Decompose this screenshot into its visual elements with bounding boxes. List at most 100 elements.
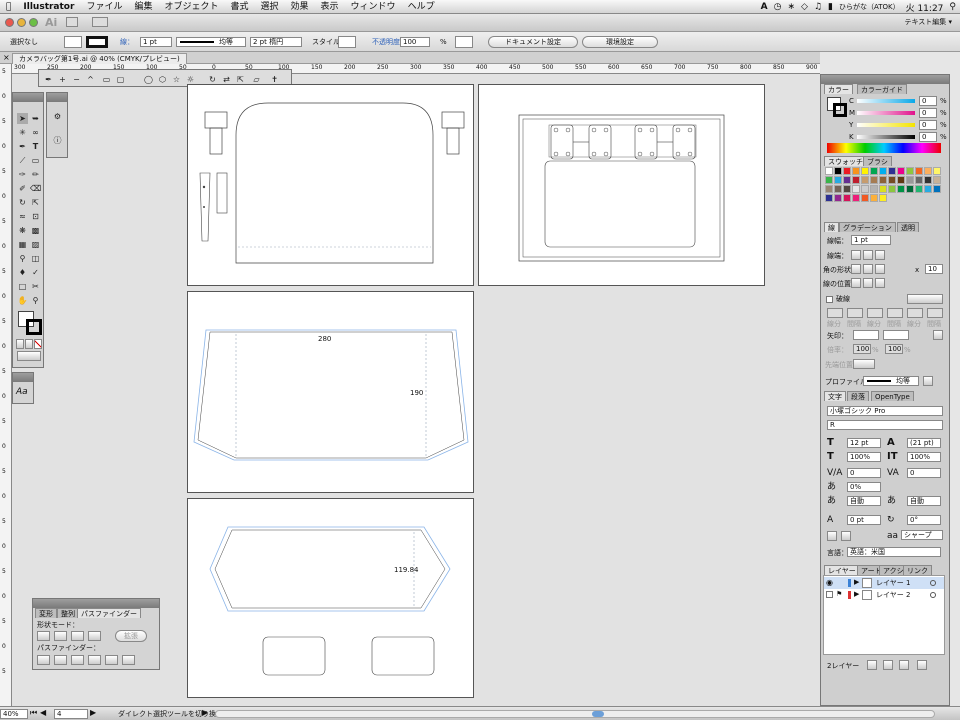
trim-button[interactable]: [54, 655, 67, 665]
gap-3-field[interactable]: [927, 308, 943, 318]
menu-window[interactable]: ウィンドウ: [345, 0, 402, 14]
paintbrush-tool-icon[interactable]: ✑: [17, 169, 28, 180]
scroll-thumb[interactable]: [592, 711, 604, 717]
swatch-grid[interactable]: [825, 167, 941, 211]
tab-paragraph[interactable]: 段落: [847, 391, 869, 401]
color-swatch[interactable]: [861, 176, 869, 184]
square-cap-button[interactable]: [875, 250, 885, 260]
visibility-eye-icon[interactable]: ◉: [826, 578, 833, 587]
color-swatch[interactable]: [861, 185, 869, 193]
app-menu[interactable]: Illustrator: [17, 0, 80, 14]
character-styles-icon[interactable]: Aa: [16, 387, 28, 397]
channel-c-slider[interactable]: [857, 99, 915, 103]
lasso-tool-icon[interactable]: ∞: [30, 127, 41, 138]
color-swatch[interactable]: [852, 167, 860, 175]
column-graph-tool-icon[interactable]: ▩: [30, 225, 41, 236]
character-styles-titlebar[interactable]: [13, 373, 33, 382]
color-swatch[interactable]: [852, 194, 860, 202]
close-window-button[interactable]: [5, 18, 14, 27]
minus-back-button[interactable]: [122, 655, 135, 665]
rounded-rect-icon[interactable]: ▢: [115, 74, 126, 85]
expand-layer-icon[interactable]: ▶: [854, 590, 859, 598]
tab-links[interactable]: リンク: [903, 565, 932, 575]
align-outside-button[interactable]: [875, 278, 885, 288]
new-sublayer-button[interactable]: [883, 660, 893, 670]
input-mode[interactable]: ひらがな（ATOK）: [839, 2, 900, 12]
intersect-button[interactable]: [71, 631, 84, 641]
stroke-weight-input[interactable]: 1 pt: [851, 235, 891, 245]
channel-c-value[interactable]: 0: [919, 96, 937, 106]
miter-limit-input[interactable]: 10: [925, 264, 943, 274]
color-swatch[interactable]: [897, 185, 905, 193]
bridge-icon[interactable]: [66, 17, 78, 27]
tab-brushes[interactable]: ブラシ: [863, 156, 892, 166]
artboard-3[interactable]: 280 190: [187, 291, 474, 493]
color-swatch[interactable]: [933, 185, 941, 193]
zoom-tool-icon[interactable]: ⚲: [30, 295, 41, 306]
arrow-tip-button[interactable]: [853, 359, 875, 369]
leading-field[interactable]: (21 pt): [907, 438, 941, 448]
apple-menu-icon[interactable]: : [0, 0, 17, 14]
tab-color[interactable]: カラー: [824, 84, 853, 94]
brush-select[interactable]: 2 pt 楕円: [250, 37, 302, 47]
crop-button[interactable]: [88, 655, 101, 665]
color-swatch[interactable]: [915, 185, 923, 193]
color-swatch[interactable]: [870, 167, 878, 175]
strikethrough-button[interactable]: [841, 531, 851, 541]
pathfinder-titlebar[interactable]: [33, 599, 159, 608]
stroke-profile-select[interactable]: 均等: [176, 37, 246, 47]
color-swatch[interactable]: [924, 185, 932, 193]
end-arrow-select[interactable]: [883, 330, 909, 340]
document-setup-button[interactable]: ドキュメント設定: [488, 36, 578, 48]
channel-y-value[interactable]: 0: [919, 120, 937, 130]
color-swatch[interactable]: [852, 185, 860, 193]
channel-k-slider[interactable]: [857, 135, 915, 139]
selection-tool-icon[interactable]: ➤: [17, 113, 28, 124]
line-tool-icon[interactable]: ⟋: [17, 155, 28, 166]
preferences-button[interactable]: 環境設定: [582, 36, 658, 48]
align-inside-button[interactable]: [863, 278, 873, 288]
color-swatch[interactable]: [852, 176, 860, 184]
make-clipping-mask-button[interactable]: [867, 660, 877, 670]
channel-y-slider[interactable]: [857, 123, 915, 127]
mesh-tool-icon[interactable]: ▦: [17, 239, 28, 250]
round-cap-button[interactable]: [863, 250, 873, 260]
blend-tool-icon[interactable]: ◫: [30, 253, 41, 264]
start-arrow-select[interactable]: [853, 330, 879, 340]
draw-mode-button[interactable]: [17, 351, 41, 361]
color-swatch[interactable]: [888, 167, 896, 175]
vertical-scale-field[interactable]: 100%: [847, 452, 881, 462]
rectangle-icon[interactable]: ▭: [101, 74, 112, 85]
symbol-sprayer-tool-icon[interactable]: ❋: [17, 225, 28, 236]
document-tab[interactable]: カメラバッグ第1号.ai @ 40% (CMYK/プレビュー): [12, 53, 187, 64]
color-swatch[interactable]: [906, 185, 914, 193]
swap-arrows-button[interactable]: [933, 330, 943, 340]
color-swatch[interactable]: [834, 194, 842, 202]
tab-character[interactable]: 文字: [824, 391, 846, 401]
color-swatch[interactable]: [906, 167, 914, 175]
info-panel-icon[interactable]: ⓘ: [52, 135, 63, 146]
color-swatch[interactable]: [924, 176, 932, 184]
color-swatch[interactable]: [888, 176, 896, 184]
exclude-button[interactable]: [88, 631, 101, 641]
clock[interactable]: 火 11:27: [906, 1, 944, 14]
color-swatch[interactable]: [825, 194, 833, 202]
arrange-documents-icon[interactable]: [92, 17, 108, 27]
warp-tool-icon[interactable]: ≈: [17, 211, 28, 222]
color-swatch[interactable]: [897, 167, 905, 175]
divide-button[interactable]: [37, 655, 50, 665]
align-center-button[interactable]: [851, 278, 861, 288]
font-family-select[interactable]: 小塚ゴシック Pro: [827, 406, 943, 416]
color-swatch[interactable]: [915, 167, 923, 175]
baseline-shift-field[interactable]: 0 pt: [847, 515, 881, 525]
pen-tool-icon[interactable]: ✒: [43, 74, 54, 85]
color-spectrum-bar[interactable]: [827, 143, 941, 153]
next-page-icon[interactable]: ▶: [90, 708, 96, 717]
tsume-field[interactable]: 0%: [847, 482, 881, 492]
status-menu-icon[interactable]: ▶: [202, 708, 208, 717]
menu-view[interactable]: 表示: [315, 0, 345, 14]
gradient-tool-icon[interactable]: ▨: [30, 239, 41, 250]
blob-brush-tool-icon[interactable]: ✐: [17, 183, 28, 194]
bevel-join-button[interactable]: [875, 264, 885, 274]
magic-wand-tool-icon[interactable]: ✳: [17, 127, 28, 138]
